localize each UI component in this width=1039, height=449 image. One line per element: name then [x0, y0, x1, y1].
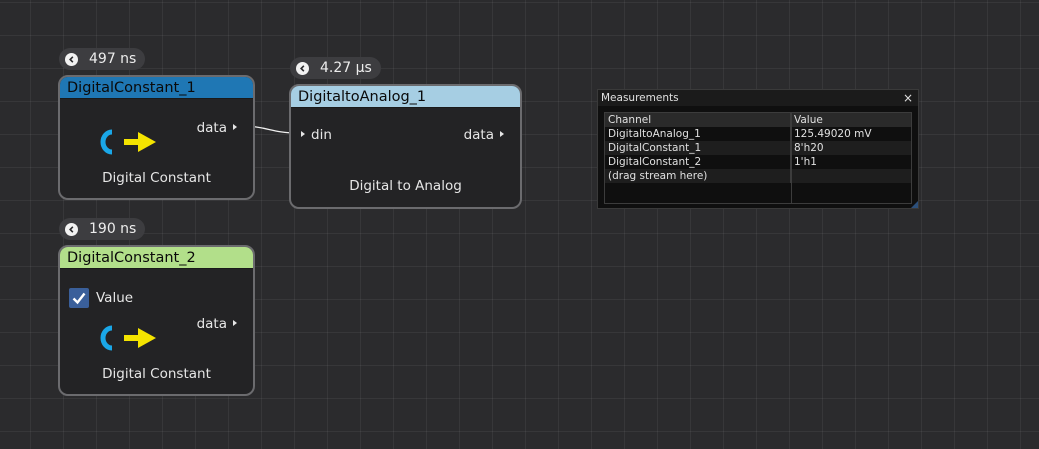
- node-label: Digital to Analog: [349, 178, 462, 194]
- output-pin-data[interactable]: data: [197, 120, 241, 136]
- checkbox-label: Value: [96, 290, 134, 306]
- input-pin-din[interactable]: din: [301, 127, 332, 143]
- column-header-value[interactable]: Value: [791, 113, 911, 127]
- collapse-icon[interactable]: [65, 52, 78, 66]
- channel-cell: DigitalConstant_2: [605, 155, 791, 169]
- node-title: DigitalConstant_1: [67, 80, 196, 96]
- table-row[interactable]: DigitalConstant_1 8'h20: [605, 141, 911, 155]
- timer-value: 190 ns: [89, 221, 137, 237]
- channel-cell: DigitaltoAnalog_1: [605, 127, 791, 141]
- table-row-drop-target[interactable]: (drag stream here): [605, 169, 911, 183]
- pin-label: data: [196, 316, 227, 332]
- pin-arrow-icon: [301, 131, 305, 137]
- node-digital-constant-2[interactable]: DigitalConstant_2 Value data Digital Con…: [58, 245, 255, 396]
- value-cell: 1'h1: [794, 156, 817, 168]
- value-cell: 125.49020 mV: [794, 128, 872, 140]
- value-cell: 8'h20: [794, 142, 824, 154]
- timer-value: 497 ns: [89, 51, 137, 67]
- pin-arrow-icon: [500, 131, 504, 137]
- table-header-row: Channel Value: [605, 113, 911, 127]
- node-title: DigitalConstant_2: [67, 250, 196, 266]
- pin-arrow-icon: [233, 124, 237, 130]
- timer-badge-dta1[interactable]: 4.27 µs: [290, 57, 381, 79]
- measurements-window[interactable]: Measurements × Channel Value DigitaltoAn…: [597, 89, 919, 209]
- pin-label: data: [463, 127, 494, 143]
- measurements-titlebar[interactable]: Measurements ×: [598, 90, 918, 106]
- channel-cell: (drag stream here): [605, 169, 791, 183]
- measurements-table: Channel Value DigitaltoAnalog_1 125.4902…: [604, 112, 912, 204]
- constant-arrow-icon: [100, 129, 156, 155]
- node-label: Digital Constant: [102, 170, 211, 186]
- collapse-icon[interactable]: [65, 222, 78, 236]
- value-cell: [791, 169, 911, 183]
- pin-label: din: [311, 127, 332, 143]
- timer-badge-dc1[interactable]: 497 ns: [59, 48, 146, 70]
- node-digital-constant-1[interactable]: DigitalConstant_1 data Digital Constant: [58, 75, 255, 200]
- channel-cell: DigitalConstant_1: [605, 141, 791, 155]
- output-pin-data[interactable]: data: [197, 316, 241, 332]
- table-row[interactable]: DigitalConstant_2 1'h1: [605, 155, 911, 169]
- node-header[interactable]: DigitalConstant_2: [60, 247, 253, 269]
- node-title: DigitaltoAnalog_1: [298, 89, 427, 105]
- collapse-icon[interactable]: [296, 61, 309, 75]
- pin-arrow-icon: [233, 320, 237, 326]
- value-checkbox[interactable]: [69, 288, 89, 308]
- timer-value: 4.27 µs: [320, 60, 372, 76]
- column-header-channel[interactable]: Channel: [605, 113, 791, 127]
- constant-arrow-icon: [100, 325, 156, 351]
- close-icon[interactable]: ×: [903, 90, 913, 106]
- output-pin-data[interactable]: data: [464, 127, 508, 143]
- node-header[interactable]: DigitalConstant_1: [60, 77, 253, 99]
- node-digital-to-analog-1[interactable]: DigitaltoAnalog_1 din data Digital to An…: [289, 84, 522, 209]
- timer-badge-dc2[interactable]: 190 ns: [59, 218, 146, 240]
- checkmark-icon: [72, 292, 86, 305]
- resize-grip-icon[interactable]: [911, 201, 918, 208]
- table-row[interactable]: DigitaltoAnalog_1 125.49020 mV: [605, 127, 911, 141]
- node-label: Digital Constant: [102, 366, 211, 382]
- pin-label: data: [196, 120, 227, 136]
- measurements-title: Measurements: [601, 92, 679, 104]
- node-header[interactable]: DigitaltoAnalog_1: [291, 86, 520, 108]
